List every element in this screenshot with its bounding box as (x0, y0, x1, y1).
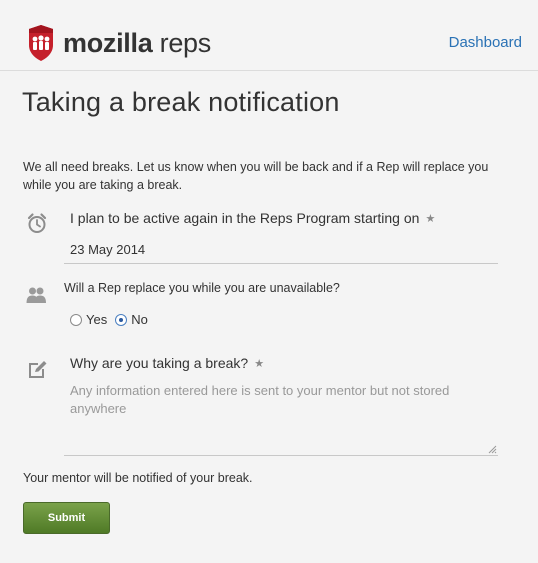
edit-icon (29, 361, 47, 378)
break-reason-textarea[interactable] (64, 374, 498, 455)
page-title: Taking a break notification (22, 87, 340, 117)
intro-text: We all need breaks. Let us know when you… (23, 160, 489, 192)
radio-no[interactable]: No (115, 312, 148, 327)
radio-no-circle[interactable] (115, 313, 128, 326)
return-date-input[interactable] (64, 236, 498, 264)
brand-logo[interactable]: mozilla reps (27, 25, 211, 61)
header-divider (0, 70, 538, 71)
required-star-icon: ★ (254, 358, 265, 370)
alarm-clock-icon (27, 213, 47, 233)
resize-grip-icon[interactable] (487, 444, 497, 454)
submit-button[interactable]: Submit (23, 502, 110, 534)
mentor-notice: Your mentor will be notified of your bre… (23, 471, 253, 485)
mozilla-reps-shield-icon (29, 25, 53, 61)
radio-no-label: No (131, 312, 148, 327)
replacement-radio-group: Yes No (70, 312, 156, 327)
break-reason-field-wrapper (64, 374, 498, 456)
radio-yes-label: Yes (86, 312, 108, 327)
dashboard-link[interactable]: Dashboard (449, 34, 522, 51)
return-date-label: I plan to be active again in the Reps Pr… (70, 210, 436, 226)
radio-yes-circle[interactable] (70, 313, 82, 326)
required-star-icon: ★ (425, 213, 436, 225)
break-reason-label: Why are you taking a break? ★ (70, 355, 265, 371)
page-header: mozilla reps Dashboard (0, 0, 538, 70)
radio-yes[interactable]: Yes (70, 312, 107, 327)
replacement-label: Will a Rep replace you while you are una… (64, 281, 340, 295)
brand-name: mozilla reps (63, 28, 211, 58)
people-icon (26, 287, 46, 303)
